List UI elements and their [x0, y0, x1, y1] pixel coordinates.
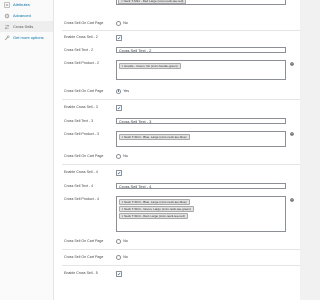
- cross-sell-product-row-2: Cross Sell Product - 2 × Hoodie - Green,…: [54, 58, 300, 82]
- cross-sell-text-input[interactable]: Cross Sell Text - 4: [116, 182, 286, 189]
- cross-sell-on-cart-label: Cross Sell On Cart Page: [64, 255, 104, 259]
- cross-sell-product-select[interactable]: × Hoodie - Green, No (xxxx-hoodie-green): [116, 60, 286, 80]
- cross-sell-product-row-3: Cross Sell Product - 3 × Neck T-Shirt - …: [54, 129, 300, 148]
- product-data-tabs: Attributes Advanced Cross Sells Get more…: [0, 0, 54, 300]
- cross-sell-product-label: Cross Sell Product - 4: [64, 197, 99, 201]
- product-tag[interactable]: × Hoodie - Green, No (xxxx-hoodie-green): [118, 62, 181, 69]
- cart-page-radio[interactable]: No: [116, 254, 128, 260]
- cross-sell-on-cart-label: Cross Sell On Cart Page: [64, 89, 104, 93]
- tab-cross-sells-label: Cross Sells: [13, 24, 34, 29]
- tab-advanced[interactable]: Advanced: [0, 10, 53, 21]
- radio-no[interactable]: [116, 238, 122, 244]
- checkmark-icon: [117, 171, 121, 174]
- cross-sell-text-input[interactable]: Cross Sell Text - 2: [116, 46, 286, 53]
- enable-cross-sell-row-3: Enable Cross Sell - 3: [54, 102, 300, 112]
- cross-sell-on-cart-row-3: Cross Sell On Cart Page No: [54, 151, 300, 161]
- cross-sell-on-cart-label: Cross Sell On Cart Page: [64, 21, 104, 25]
- enable-cross-sell-checkbox[interactable]: [116, 34, 122, 41]
- gear-icon: [4, 13, 10, 19]
- radio-yes[interactable]: [116, 88, 122, 94]
- cross-sell-on-cart-row-5: Cross Sell On Cart Page No: [54, 252, 300, 262]
- cross-sell-product-label: Cross Sell Product - 2: [64, 61, 99, 65]
- radio-yes-label: Yes: [123, 89, 130, 94]
- attributes-icon: [4, 1, 10, 8]
- cart-page-radio[interactable]: No: [116, 153, 128, 159]
- enable-cross-sell-label: Enable Cross Sell - 2: [64, 35, 98, 39]
- product-tag[interactable]: × Neck T-Shirt - Blue, Large (xxxx-neck-…: [118, 198, 190, 205]
- cross-sell-text-label: Cross Sell Text - 2: [64, 48, 94, 52]
- cross-sell-product-select[interactable]: × Neck T-Shirt - Blue, Large (xxxx-neck-…: [116, 196, 286, 232]
- help-icon[interactable]: ?: [290, 132, 294, 136]
- radio-no-label: No: [123, 154, 128, 159]
- cross-sell-text-row-3: Cross Sell Text - 3 Cross Sell Text - 3: [54, 116, 300, 126]
- wrench-icon: [4, 35, 10, 41]
- cross-sell-text-label: Cross Sell Text - 3: [64, 119, 94, 123]
- product-tag[interactable]: × Neck T-Shirt - Red, Large (xxxx-neck-t…: [118, 212, 188, 219]
- radio-no[interactable]: [116, 153, 122, 159]
- cross-sell-on-cart-row-4: Cross Sell On Cart Page No: [54, 236, 300, 246]
- tab-attributes-label: Attributes: [13, 2, 30, 7]
- tab-advanced-label: Advanced: [13, 13, 31, 18]
- enable-cross-sell-row-5: Enable Cross Sell - 5: [54, 268, 300, 278]
- cross-sell-on-cart-row-1: Cross Sell On Cart Page No: [54, 18, 300, 28]
- radio-no[interactable]: [116, 20, 122, 26]
- checkmark-icon: [117, 36, 121, 39]
- tab-get-more-options-label: Get more options: [13, 35, 44, 40]
- tab-attributes[interactable]: Attributes: [0, 0, 53, 10]
- tab-get-more-options[interactable]: Get more options: [0, 32, 53, 43]
- help-icon[interactable]: ?: [290, 62, 294, 66]
- cross-sell-text-input[interactable]: Cross Sell Text - 3: [116, 117, 286, 124]
- radio-no[interactable]: [116, 254, 122, 260]
- cart-page-radio[interactable]: Yes: [116, 88, 130, 94]
- product-tag[interactable]: × Neck T-Shirt - Red Large (xxxx-neck-te…: [118, 0, 187, 4]
- help-icon[interactable]: ?: [290, 198, 294, 202]
- enable-cross-sell-label: Enable Cross Sell - 5: [64, 271, 98, 275]
- cross-sell-text-label: Cross Sell Text - 4: [64, 184, 94, 188]
- cross-sells-icon: [4, 24, 10, 30]
- cross-sell-text-row-2: Cross Sell Text - 2 Cross Sell Text - 2: [54, 45, 300, 55]
- cart-page-radio[interactable]: No: [116, 20, 128, 26]
- cross-sells-panel: × Neck T-Shirt - Red Large (xxxx-neck-te…: [54, 0, 300, 278]
- enable-cross-sell-checkbox[interactable]: [116, 169, 122, 176]
- radio-no-label: No: [123, 239, 128, 244]
- tab-cross-sells[interactable]: Cross Sells: [0, 21, 53, 32]
- product-tag[interactable]: × Neck T-Shirt - Blue, Large (xxxx-neck-…: [118, 133, 190, 140]
- product-tag[interactable]: × Neck T-Shirt - Green, Large (xxxx-neck…: [118, 205, 194, 212]
- enable-cross-sell-label: Enable Cross Sell - 4: [64, 170, 98, 174]
- cross-sell-product-row-4: Cross Sell Product - 4 × Neck T-Shirt - …: [54, 194, 300, 234]
- enable-cross-sell-checkbox[interactable]: [116, 104, 122, 111]
- product-data-panel: Attributes Advanced Cross Sells Get more…: [0, 0, 300, 300]
- enable-cross-sell-row-4: Enable Cross Sell - 4: [54, 167, 300, 177]
- cross-sell-on-cart-label: Cross Sell On Cart Page: [64, 239, 104, 243]
- enable-cross-sell-checkbox[interactable]: [116, 270, 122, 277]
- cart-page-radio[interactable]: No: [116, 238, 128, 244]
- radio-no-label: No: [123, 21, 128, 26]
- checkmark-icon: [117, 272, 121, 275]
- cross-sell-product-select[interactable]: × Neck T-Shirt - Blue, Large (xxxx-neck-…: [116, 131, 286, 147]
- checkmark-icon: [117, 106, 121, 109]
- cross-sell-product-label: Cross Sell Product - 3: [64, 132, 99, 136]
- cross-sell-text-row-4: Cross Sell Text - 4 Cross Sell Text - 4: [54, 181, 300, 191]
- cross-sell-on-cart-label: Cross Sell On Cart Page: [64, 154, 104, 158]
- cross-sell-on-cart-row-2: Cross Sell On Cart Page Yes: [54, 86, 300, 96]
- enable-cross-sell-row-2: Enable Cross Sell - 2: [54, 32, 300, 42]
- radio-no-label: No: [123, 255, 128, 260]
- enable-cross-sell-label: Enable Cross Sell - 3: [64, 105, 98, 109]
